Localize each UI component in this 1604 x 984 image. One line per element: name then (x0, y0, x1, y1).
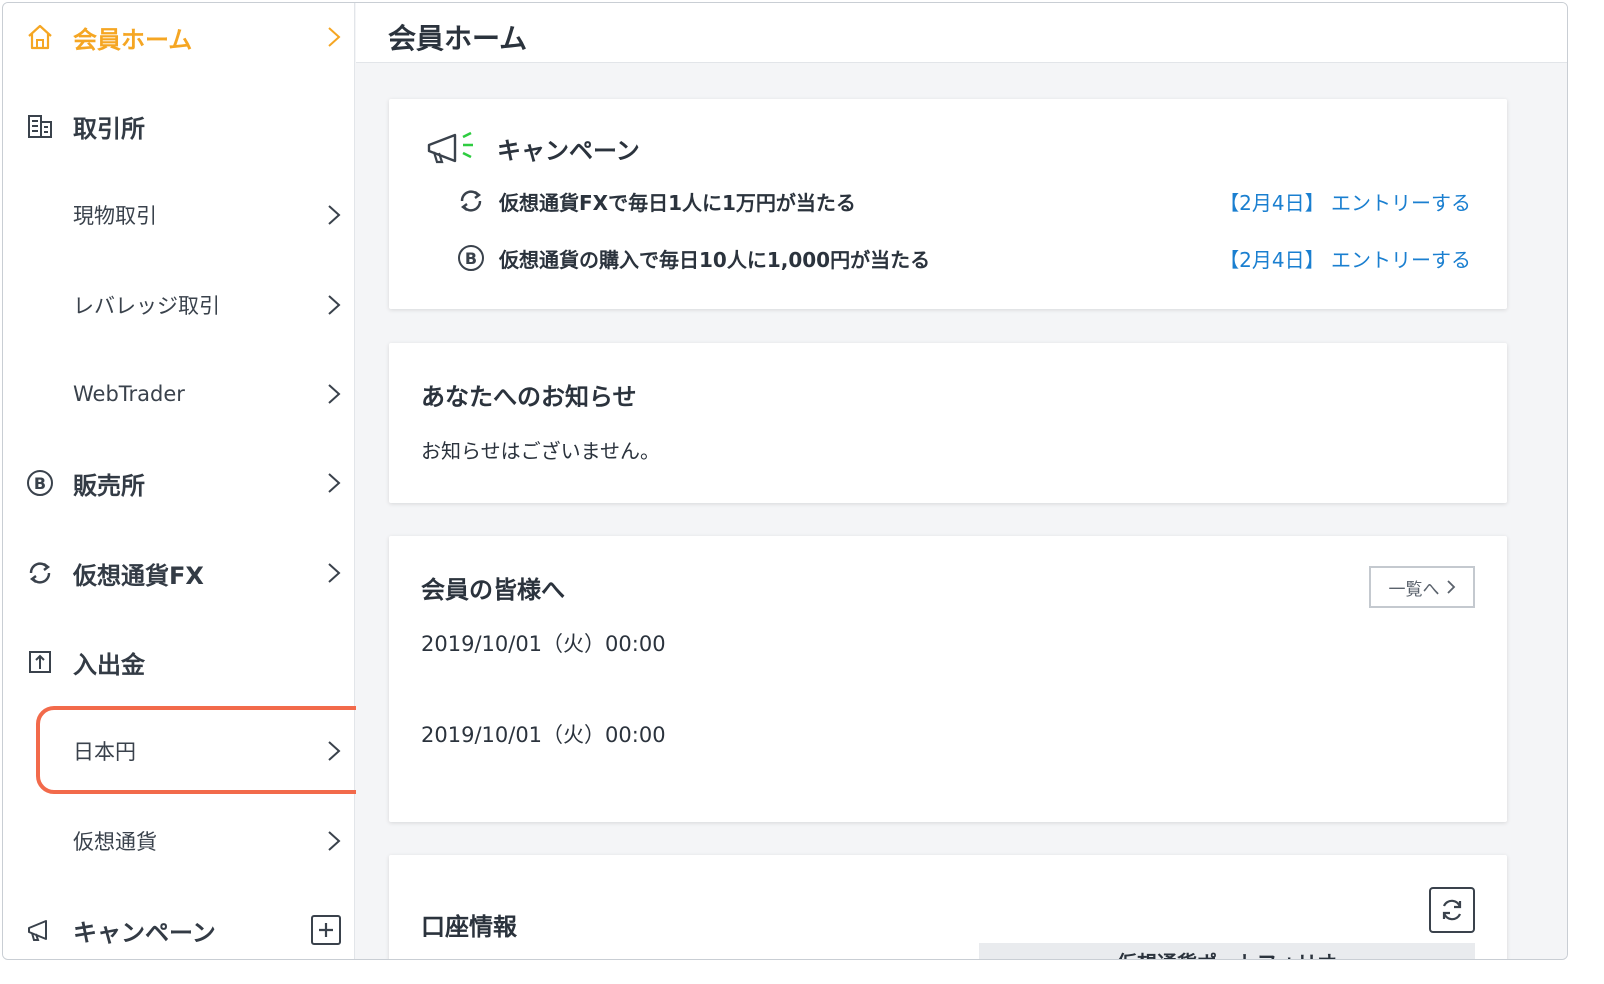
members-title: 会員の皆様へ (421, 576, 565, 604)
campaign-entry-link[interactable]: 【2月4日】 エントリーする (1219, 187, 1471, 216)
view-list-button[interactable]: 一覧へ (1369, 566, 1475, 608)
sidebar-item-label: レバレッジ取引 (73, 294, 220, 318)
campaign-title: キャンペーン (497, 137, 640, 165)
sidebar-item-label: 会員ホーム (73, 25, 193, 54)
account-card: 口座情報 仮想通貨ポートフォリオ (389, 855, 1507, 959)
svg-text:B: B (34, 474, 46, 493)
refresh-button[interactable] (1429, 887, 1475, 933)
megaphone-icon (25, 915, 55, 945)
campaign-text: 仮想通貨FXで毎日1人に1万円が当たる (499, 190, 856, 215)
members-card: 会員の皆様へ 一覧へ 2019/10/01（火）00:00 2019/10/01… (389, 536, 1507, 822)
campaign-card: キャンペーン 仮想通貨FXで毎日1人に1万円が当たる 【2月4日】 エントリーす… (389, 99, 1507, 309)
sidebar: 会員ホーム 取引所 現物取引 レバレッジ取引 WebTrader B 販売所 仮… (3, 3, 374, 959)
home-icon (25, 22, 55, 52)
page-title: 会員ホーム (388, 22, 528, 55)
building-icon (25, 111, 55, 141)
expand-plus-icon[interactable] (311, 915, 341, 945)
sidebar-item-spot[interactable]: 現物取引 (3, 185, 355, 245)
sidebar-item-label: 仮想通貨FX (73, 561, 204, 590)
sidebar-item-fx[interactable]: 仮想通貨FX (3, 543, 355, 603)
member-notice-item[interactable]: 2019/10/01（火）00:00 (421, 628, 666, 658)
notices-title: あなたへのお知らせ (421, 383, 637, 411)
refresh-icon (1442, 899, 1462, 921)
campaign-row: B 仮想通貨の購入で毎日10人に1,000円が当たる 【2月4日】 エントリーす… (457, 240, 1471, 276)
sidebar-item-webtrader[interactable]: WebTrader (3, 364, 355, 424)
notices-card: あなたへのお知らせ お知らせはございません。 (389, 343, 1507, 503)
portfolio-header: 仮想通貨ポートフォリオ (979, 943, 1475, 959)
account-title: 口座情報 (421, 913, 517, 941)
chevron-right-icon (328, 295, 341, 315)
campaign-row: 仮想通貨FXで毎日1人に1万円が当たる 【2月4日】 エントリーする (457, 183, 1471, 219)
sidebar-item-jpy[interactable]: 日本円 (3, 721, 355, 781)
bitcoin-icon: B (25, 468, 55, 498)
sidebar-item-label: 仮想通貨 (73, 830, 157, 854)
sidebar-section-label: 取引所 (73, 114, 145, 143)
sidebar-item-label: キャンペーン (73, 918, 216, 947)
sidebar-item-home[interactable]: 会員ホーム (3, 7, 355, 67)
campaign-entry-link[interactable]: 【2月4日】 エントリーする (1219, 244, 1471, 273)
sidebar-item-label: 販売所 (73, 471, 145, 500)
chevron-right-icon (328, 384, 341, 404)
app-window: 会員ホーム 取引所 現物取引 レバレッジ取引 WebTrader B 販売所 仮… (2, 2, 1568, 960)
chevron-right-icon (1446, 580, 1455, 594)
member-notice-item[interactable]: 2019/10/01（火）00:00 (421, 719, 666, 749)
sidebar-section-deposit[interactable]: 入出金 (3, 632, 355, 692)
chevron-right-icon (328, 741, 341, 761)
exchange-arrows-icon (25, 558, 55, 588)
chevron-right-icon (328, 563, 341, 583)
svg-text:B: B (465, 249, 477, 268)
sidebar-item-label: 現物取引 (73, 204, 157, 228)
sidebar-item-leverage[interactable]: レバレッジ取引 (3, 275, 355, 335)
chevron-right-icon (328, 205, 341, 225)
sidebar-item-label: WebTrader (73, 382, 185, 406)
sidebar-section-exchange[interactable]: 取引所 (3, 96, 355, 156)
chevron-right-icon (328, 27, 341, 47)
sidebar-item-shop[interactable]: B 販売所 (3, 453, 355, 513)
chevron-right-icon (328, 831, 341, 851)
sidebar-section-label: 入出金 (73, 650, 145, 679)
view-list-label: 一覧へ (1388, 579, 1440, 599)
megaphone-icon (425, 127, 477, 167)
notices-empty-text: お知らせはございません。 (421, 439, 660, 463)
main-content: 会員ホーム キャンペーン 仮想通貨FXで毎日1人に1万円が当たる 【2月4日】 … (356, 3, 1567, 959)
bitcoin-icon: B (457, 244, 485, 272)
campaign-text: 仮想通貨の購入で毎日10人に1,000円が当たる (499, 247, 931, 272)
main-header: 会員ホーム (356, 3, 1567, 63)
sidebar-item-campaign[interactable]: キャンペーン (3, 900, 355, 959)
exchange-arrows-icon (457, 187, 485, 215)
portfolio-title: 仮想通貨ポートフォリオ (1117, 947, 1337, 959)
sidebar-item-label: 日本円 (73, 740, 136, 764)
deposit-withdraw-icon (25, 647, 55, 677)
chevron-right-icon (328, 473, 341, 493)
sidebar-item-crypto[interactable]: 仮想通貨 (3, 811, 355, 871)
